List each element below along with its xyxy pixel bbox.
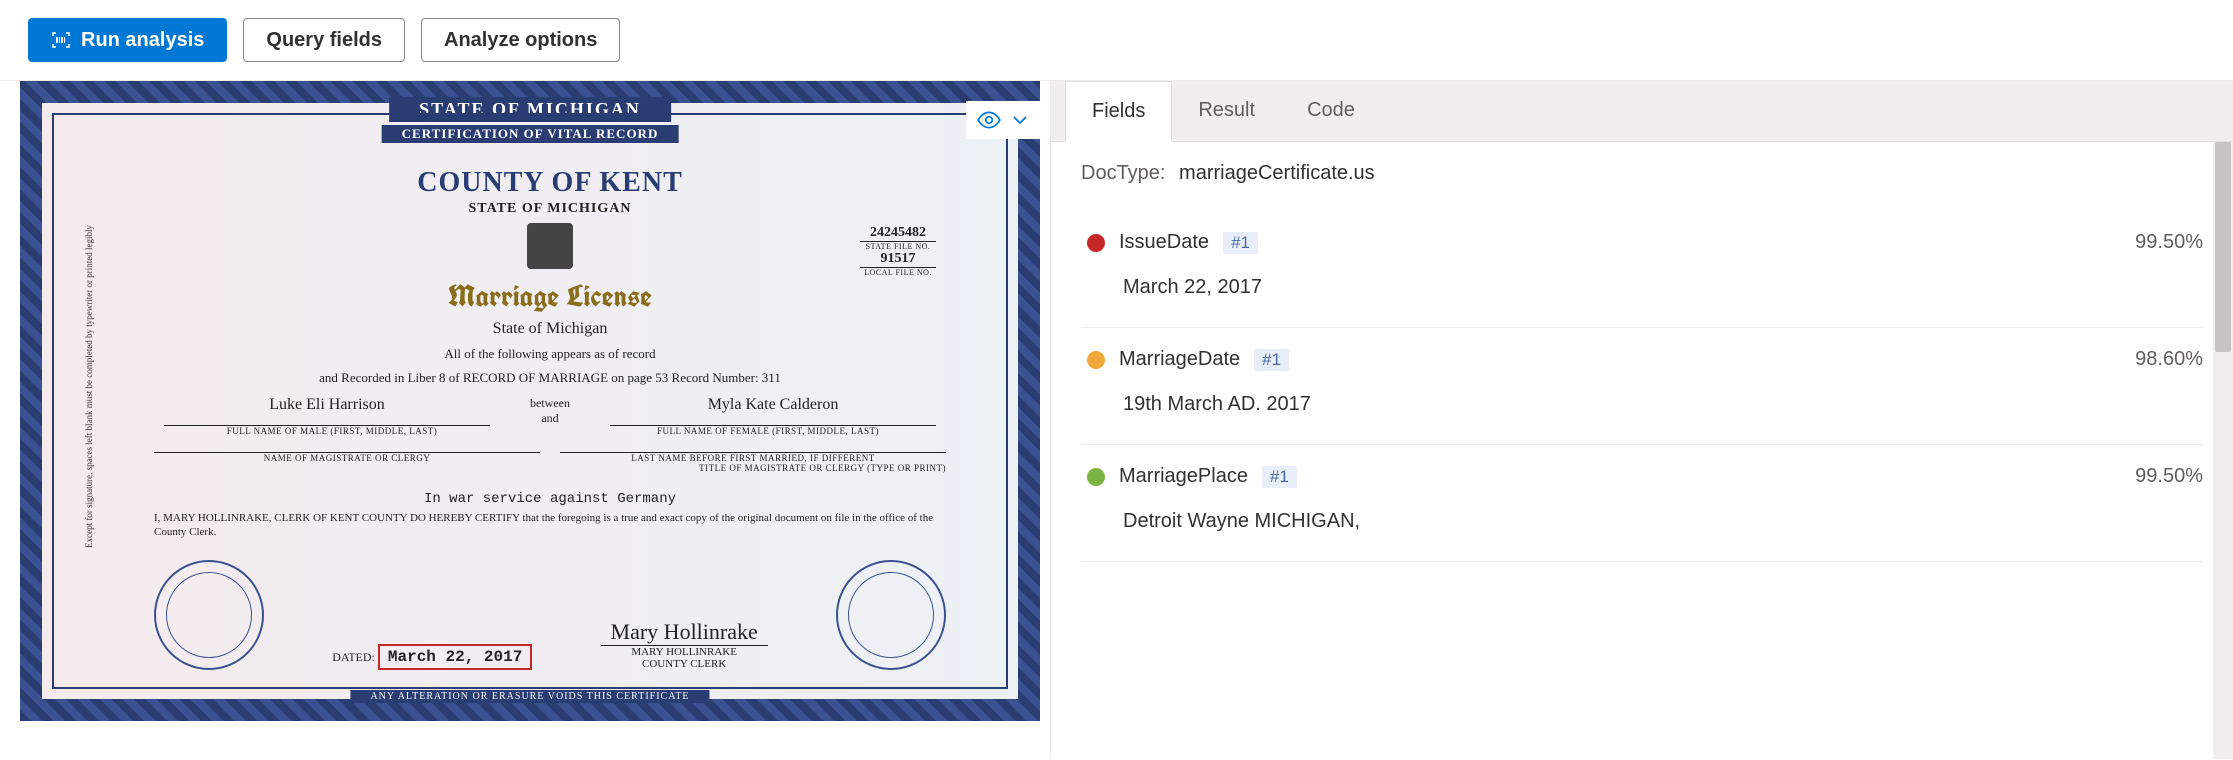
field-badge: #1 <box>1262 466 1297 488</box>
scan-icon <box>51 30 71 50</box>
cert-male-name: Luke Eli Harrison <box>164 396 490 426</box>
doctype-row: DocType: marriageCertificate.us <box>1081 162 2203 185</box>
cert-clerk-block: Mary Hollinrake MARY HOLLINRAKE COUNTY C… <box>601 619 768 670</box>
field-row[interactable]: IssueDate #1 99.50% March 22, 2017 <box>1081 211 2203 328</box>
field-color-dot <box>1087 234 1105 252</box>
cert-names-row: Luke Eli Harrison between and Myla Kate … <box>154 396 946 426</box>
cert-ribbon-footer: ANY ALTERATION OR ERASURE VOIDS THIS CER… <box>350 690 709 703</box>
cert-dated: DATED: March 22, 2017 <box>332 644 532 670</box>
cert-magistrate-label: NAME OF MAGISTRATE OR CLERGY <box>154 453 540 463</box>
cert-service-line: In war service against Germany <box>154 491 946 507</box>
local-file-no: 91517 <box>860 251 936 268</box>
field-color-dot <box>1087 351 1105 369</box>
state-seal-icon <box>154 560 264 670</box>
field-confidence: 98.60% <box>2135 348 2203 371</box>
cert-clerk-title: COUNTY CLERK <box>601 658 768 670</box>
panel-scrollbar[interactable] <box>2213 142 2233 759</box>
state-file-label: STATE FILE NO. <box>860 242 936 251</box>
cert-certify-text: I, MARY HOLLINRAKE, CLERK OF KENT COUNTY… <box>154 511 946 540</box>
overlay-controls <box>966 101 1040 139</box>
query-fields-label: Query fields <box>266 29 382 52</box>
cert-clerk-signature: Mary Hollinrake <box>601 619 768 646</box>
cert-and: and <box>510 411 590 426</box>
cert-doc-title: Marriage License <box>154 277 946 316</box>
state-file-no: 24245482 <box>860 225 936 242</box>
local-file-label: LOCAL FILE NO. <box>860 268 936 277</box>
cert-female-name: Myla Kate Calderon <box>610 396 936 426</box>
doctype-value: marriageCertificate.us <box>1179 162 1375 184</box>
scrollbar-thumb[interactable] <box>2215 142 2231 352</box>
cert-recorded-line: and Recorded in Liber 8 of RECORD OF MAR… <box>154 370 946 386</box>
field-value: Detroit Wayne MICHIGAN, <box>1123 510 2203 533</box>
field-confidence: 99.50% <box>2135 231 2203 254</box>
results-pane: Fields Result Code DocType: marriageCert… <box>1050 81 2233 759</box>
field-row[interactable]: MarriageDate #1 98.60% 19th March AD. 20… <box>1081 328 2203 445</box>
toolbar: Run analysis Query fields Analyze option… <box>0 0 2233 81</box>
cert-file-numbers: 24245482 STATE FILE NO. 91517 LOCAL FILE… <box>860 225 936 277</box>
document-preview-pane: STATE OF MICHIGAN CERTIFICATION OF VITAL… <box>0 81 1050 759</box>
cert-county-title: COUNTY OF KENT <box>154 167 946 199</box>
cert-between: between <box>510 396 590 411</box>
doctype-label: DocType: <box>1081 162 1165 184</box>
tab-code[interactable]: Code <box>1281 81 1381 141</box>
cert-body: Except for signature, spaces left blank … <box>52 113 1008 689</box>
state-emblem-icon <box>527 223 573 269</box>
cert-clerk-name: MARY HOLLINRAKE <box>601 646 768 658</box>
field-confidence: 99.50% <box>2135 465 2203 488</box>
cert-titlemag-label: TITLE OF MAGISTRATE OR CLERGY (TYPE OR P… <box>154 463 946 473</box>
cert-lower-row: DATED: March 22, 2017 Mary Hollinrake MA… <box>154 560 946 670</box>
fields-panel: DocType: marriageCertificate.us IssueDat… <box>1051 142 2233 759</box>
field-row[interactable]: MarriagePlace #1 99.50% Detroit Wayne MI… <box>1081 445 2203 562</box>
cert-state-line: State of Michigan <box>154 320 946 338</box>
field-value: 19th March AD. 2017 <box>1123 393 2203 416</box>
tab-result[interactable]: Result <box>1172 81 1281 141</box>
eye-icon[interactable] <box>976 107 1002 133</box>
tab-fields[interactable]: Fields <box>1065 81 1172 142</box>
main-area: STATE OF MICHIGAN CERTIFICATION OF VITAL… <box>0 81 2233 759</box>
result-tabs: Fields Result Code <box>1051 81 2233 142</box>
field-value: March 22, 2017 <box>1123 276 2203 299</box>
cert-between-and: between and <box>510 396 590 426</box>
certificate-image[interactable]: STATE OF MICHIGAN CERTIFICATION OF VITAL… <box>20 81 1040 721</box>
field-name: MarriageDate <box>1119 348 1240 371</box>
field-badge: #1 <box>1223 232 1258 254</box>
analyze-options-label: Analyze options <box>444 29 597 52</box>
cert-male-label: FULL NAME OF MALE (FIRST, MIDDLE, LAST) <box>154 426 510 436</box>
analyze-options-button[interactable]: Analyze options <box>421 18 620 62</box>
cert-female-label: FULL NAME OF FEMALE (FIRST, MIDDLE, LAST… <box>590 426 946 436</box>
cert-state-sub: STATE OF MICHIGAN <box>154 201 946 217</box>
cert-appears-line: All of the following appears as of recor… <box>154 346 946 362</box>
field-name: IssueDate <box>1119 231 1209 254</box>
field-badge: #1 <box>1254 349 1289 371</box>
cert-dated-value: March 22, 2017 <box>378 644 532 670</box>
run-analysis-label: Run analysis <box>81 29 204 52</box>
cert-dated-label: DATED: <box>332 650 375 664</box>
court-seal-icon <box>836 560 946 670</box>
run-analysis-button[interactable]: Run analysis <box>28 18 227 62</box>
chevron-down-icon[interactable] <box>1010 110 1030 130</box>
field-color-dot <box>1087 468 1105 486</box>
cert-left-note: Except for signature, spaces left blank … <box>84 225 102 548</box>
field-name: MarriagePlace <box>1119 465 1248 488</box>
cert-lastname-label: LAST NAME BEFORE FIRST MARRIED, IF DIFFE… <box>560 453 946 463</box>
query-fields-button[interactable]: Query fields <box>243 18 405 62</box>
